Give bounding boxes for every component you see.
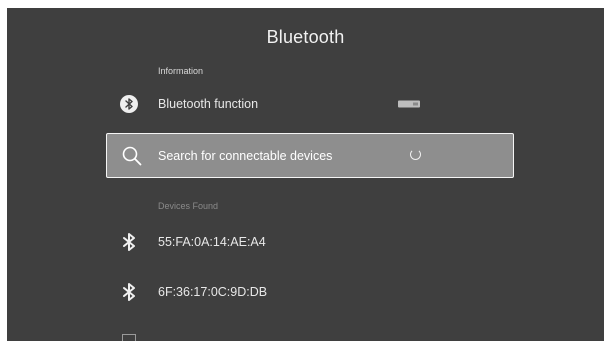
device-address: 55:FA:0A:14:AE:A4 <box>158 235 266 249</box>
device-address: 6F:36:17:0C:9D:DB <box>158 285 268 299</box>
bluetooth-icon <box>118 93 140 115</box>
section-label-devices-found: Devices Found <box>158 201 219 211</box>
device-row[interactable]: 6F:36:17:0C:9D:DB <box>7 274 604 310</box>
bluetooth-function-label: Bluetooth function <box>158 97 259 111</box>
device-icon <box>122 334 136 341</box>
device-row[interactable]: 55:FA:0A:14:AE:A4 <box>7 224 604 260</box>
bluetooth-icon <box>118 281 140 303</box>
section-label-information: Information <box>158 66 204 76</box>
search-devices-button[interactable]: Search for connectable devices <box>106 133 514 178</box>
bluetooth-settings-screen: Bluetooth Information Bluetooth function… <box>7 8 604 341</box>
device-row-partial[interactable] <box>7 330 604 341</box>
bluetooth-icon <box>118 231 140 253</box>
loading-spinner-icon <box>410 149 421 160</box>
search-icon <box>121 145 143 167</box>
page-title: Bluetooth <box>266 27 345 47</box>
search-devices-label: Search for connectable devices <box>158 148 333 163</box>
bluetooth-function-toggle[interactable] <box>398 100 420 108</box>
bluetooth-function-row[interactable]: Bluetooth function <box>7 86 604 122</box>
